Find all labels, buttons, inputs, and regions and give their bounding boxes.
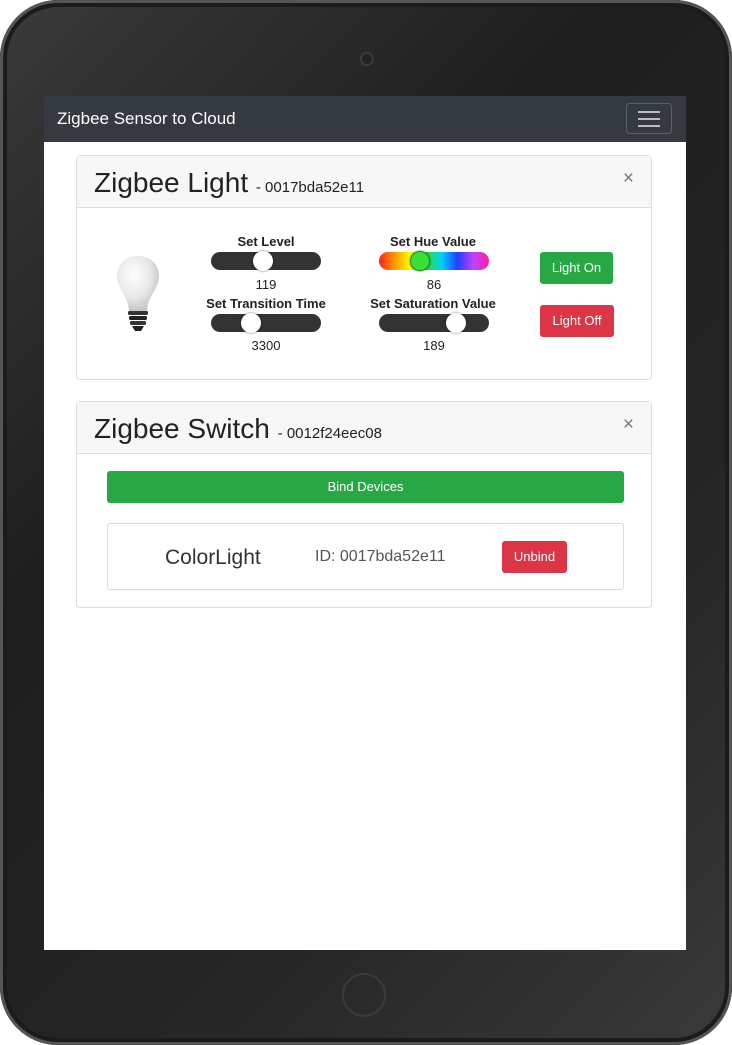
light-card: Zigbee Light - 0017bda52e11 × Set Level <box>76 155 652 380</box>
switch-card-header: Zigbee Switch - 0012f24eec08 × <box>77 402 651 454</box>
hue-slider[interactable] <box>379 251 489 271</box>
transition-value: 3300 <box>251 338 281 353</box>
bind-devices-button[interactable]: Bind Devices <box>107 471 624 503</box>
navbar-brand[interactable]: Zigbee Sensor to Cloud <box>57 109 236 129</box>
navbar: Zigbee Sensor to Cloud <box>44 96 686 142</box>
light-card-close-icon[interactable]: × <box>623 168 634 190</box>
hue-label: Set Hue Value <box>390 234 476 249</box>
transition-slider-thumb[interactable] <box>241 313 261 333</box>
level-label: Set Level <box>237 234 295 249</box>
home-button[interactable] <box>342 973 386 1017</box>
level-value: 119 <box>255 277 277 292</box>
hamburger-menu-icon[interactable] <box>626 103 672 134</box>
light-card-title-text: Zigbee Light <box>94 167 249 198</box>
light-on-button[interactable]: Light On <box>540 252 613 284</box>
switch-card-close-icon[interactable]: × <box>623 414 634 436</box>
light-bulb-icon <box>117 256 159 331</box>
tablet-frame: Zigbee Sensor to Cloud Zigbee Light - 00… <box>0 0 732 1045</box>
bound-device-name: ColorLight <box>165 546 261 569</box>
switch-card-title: Zigbee Switch - 0012f24eec08 <box>94 413 382 445</box>
switch-card: Zigbee Switch - 0012f24eec08 × Bind Devi… <box>76 401 652 608</box>
saturation-slider[interactable] <box>379 313 489 333</box>
light-device-id: - 0017bda52e11 <box>255 179 365 196</box>
bound-device-row: ColorLight ID: 0017bda52e11 Unbind <box>107 523 624 590</box>
transition-label: Set Transition Time <box>206 296 326 311</box>
switch-card-title-text: Zigbee Switch <box>94 413 270 444</box>
switch-device-id: - 0012f24eec08 <box>277 425 382 442</box>
hue-slider-thumb[interactable] <box>410 251 430 271</box>
bound-device-id: ID: 0017bda52e11 <box>315 548 446 565</box>
app-screen: Zigbee Sensor to Cloud Zigbee Light - 00… <box>44 96 686 950</box>
level-slider-thumb[interactable] <box>253 251 273 271</box>
camera-icon <box>360 52 374 66</box>
saturation-value: 189 <box>423 338 445 353</box>
saturation-label: Set Saturation Value <box>370 296 496 311</box>
level-slider[interactable] <box>211 251 321 271</box>
light-off-button[interactable]: Light Off <box>540 305 614 337</box>
hue-value: 86 <box>426 277 442 292</box>
light-card-title: Zigbee Light - 0017bda52e11 <box>94 167 364 199</box>
saturation-slider-thumb[interactable] <box>446 313 466 333</box>
transition-slider[interactable] <box>211 313 321 333</box>
unbind-button[interactable]: Unbind <box>502 541 567 573</box>
light-card-header: Zigbee Light - 0017bda52e11 × <box>77 156 651 208</box>
